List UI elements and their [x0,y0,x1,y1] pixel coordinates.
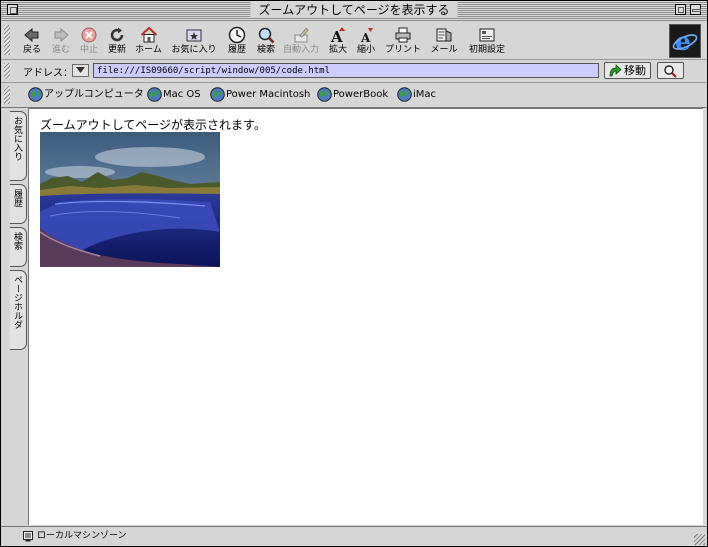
sidetab-history[interactable]: 履歴 [10,184,27,224]
toolbar: 戻る 進む 中止 更新 ホーム お気に入り 履歴 検索 自動入力 A 拡大 A … [1,21,707,60]
preferences-button[interactable]: 初期設定 [466,24,508,58]
stop-icon [81,27,97,43]
magnifier-icon [664,65,677,78]
history-icon [228,26,246,44]
favorites-icon [186,29,202,42]
ie-logo: e [669,24,701,58]
back-button[interactable]: 戻る [18,24,46,58]
page-search-button[interactable] [657,62,684,79]
favorites-grip[interactable] [4,86,10,104]
landscape-image [40,132,220,267]
favorite-item-power-macintosh[interactable]: Power Macintosh [210,87,310,103]
title-bar[interactable]: ズームアウトしてページを表示する [1,1,707,21]
globe-icon [210,87,225,102]
search-icon [258,27,275,44]
svg-text:A: A [360,31,371,44]
address-grip[interactable] [4,63,10,79]
status-bar: ローカルマシンゾーン [1,526,707,546]
address-bar: アドレス： 移動 [1,60,707,132]
stop-button[interactable]: 中止 [75,24,103,58]
sidetab-favorites[interactable]: お気に入り [10,111,27,181]
sidetab-search[interactable]: 検索 [10,227,27,267]
collapse-box[interactable] [690,4,701,15]
forward-arrow-icon [54,27,69,43]
go-button[interactable]: 移動 [604,62,651,79]
favorite-item-macos[interactable]: Mac OS [147,87,203,103]
globe-icon [147,87,162,102]
search-button[interactable]: 検索 [252,24,280,58]
window-title: ズームアウトしてページを表示する [250,2,458,18]
sidetab-page-holder[interactable]: ページホルダ [10,270,27,350]
print-icon [395,27,411,43]
page-content: ズームアウトしてページが表示されます。 [28,108,703,525]
globe-icon [397,87,412,102]
go-arrow-icon [609,64,622,77]
preferences-icon [479,28,495,42]
print-button[interactable]: プリント [383,24,423,58]
text-larger-icon: A [330,27,345,44]
text-smaller-icon: A [360,28,373,44]
home-button[interactable]: ホーム [132,24,165,58]
favorite-item-imac[interactable]: iMac [397,87,441,103]
address-dropdown-button[interactable] [72,64,89,77]
resize-handle[interactable] [694,534,705,545]
page-text: ズームアウトしてページが表示されます。 [40,118,266,132]
autofill-icon [294,27,309,43]
history-button[interactable]: 履歴 [223,24,251,58]
refresh-button[interactable]: 更新 [103,24,131,58]
globe-icon [317,87,332,102]
mail-icon [436,28,452,42]
back-arrow-icon [24,27,39,43]
address-input[interactable] [93,63,599,78]
favorites-button[interactable]: お気に入り [169,24,219,58]
toolbar-grip[interactable] [4,25,10,55]
mail-button[interactable]: メール [429,24,459,58]
forward-button[interactable]: 進む [47,24,75,58]
close-box[interactable] [7,4,18,15]
text-smaller-button[interactable]: A 縮小 [354,24,378,58]
autofill-button[interactable]: 自動入力 [281,24,321,58]
favorite-item-apple[interactable]: アップルコンピュータ [28,87,144,103]
zoom-box[interactable] [675,4,686,15]
ie-logo-icon: e [672,27,698,56]
favorite-item-powerbook[interactable]: PowerBook [317,87,391,103]
local-zone-icon [23,531,33,542]
chevron-down-icon [76,67,85,73]
address-label: アドレス： [23,68,73,79]
favorites-bar: アップルコンピュータ Mac OS Power Macintosh PowerB… [1,83,707,108]
globe-icon [28,87,43,102]
text-larger-button[interactable]: A 拡大 [326,24,350,58]
status-text: ローカルマシンゾーン [37,531,127,541]
home-icon [140,26,157,43]
refresh-icon [110,27,124,42]
browser-window: ズームアウトしてページを表示する 戻る 進む 中止 更新 ホーム お気に入り 履… [0,0,708,547]
